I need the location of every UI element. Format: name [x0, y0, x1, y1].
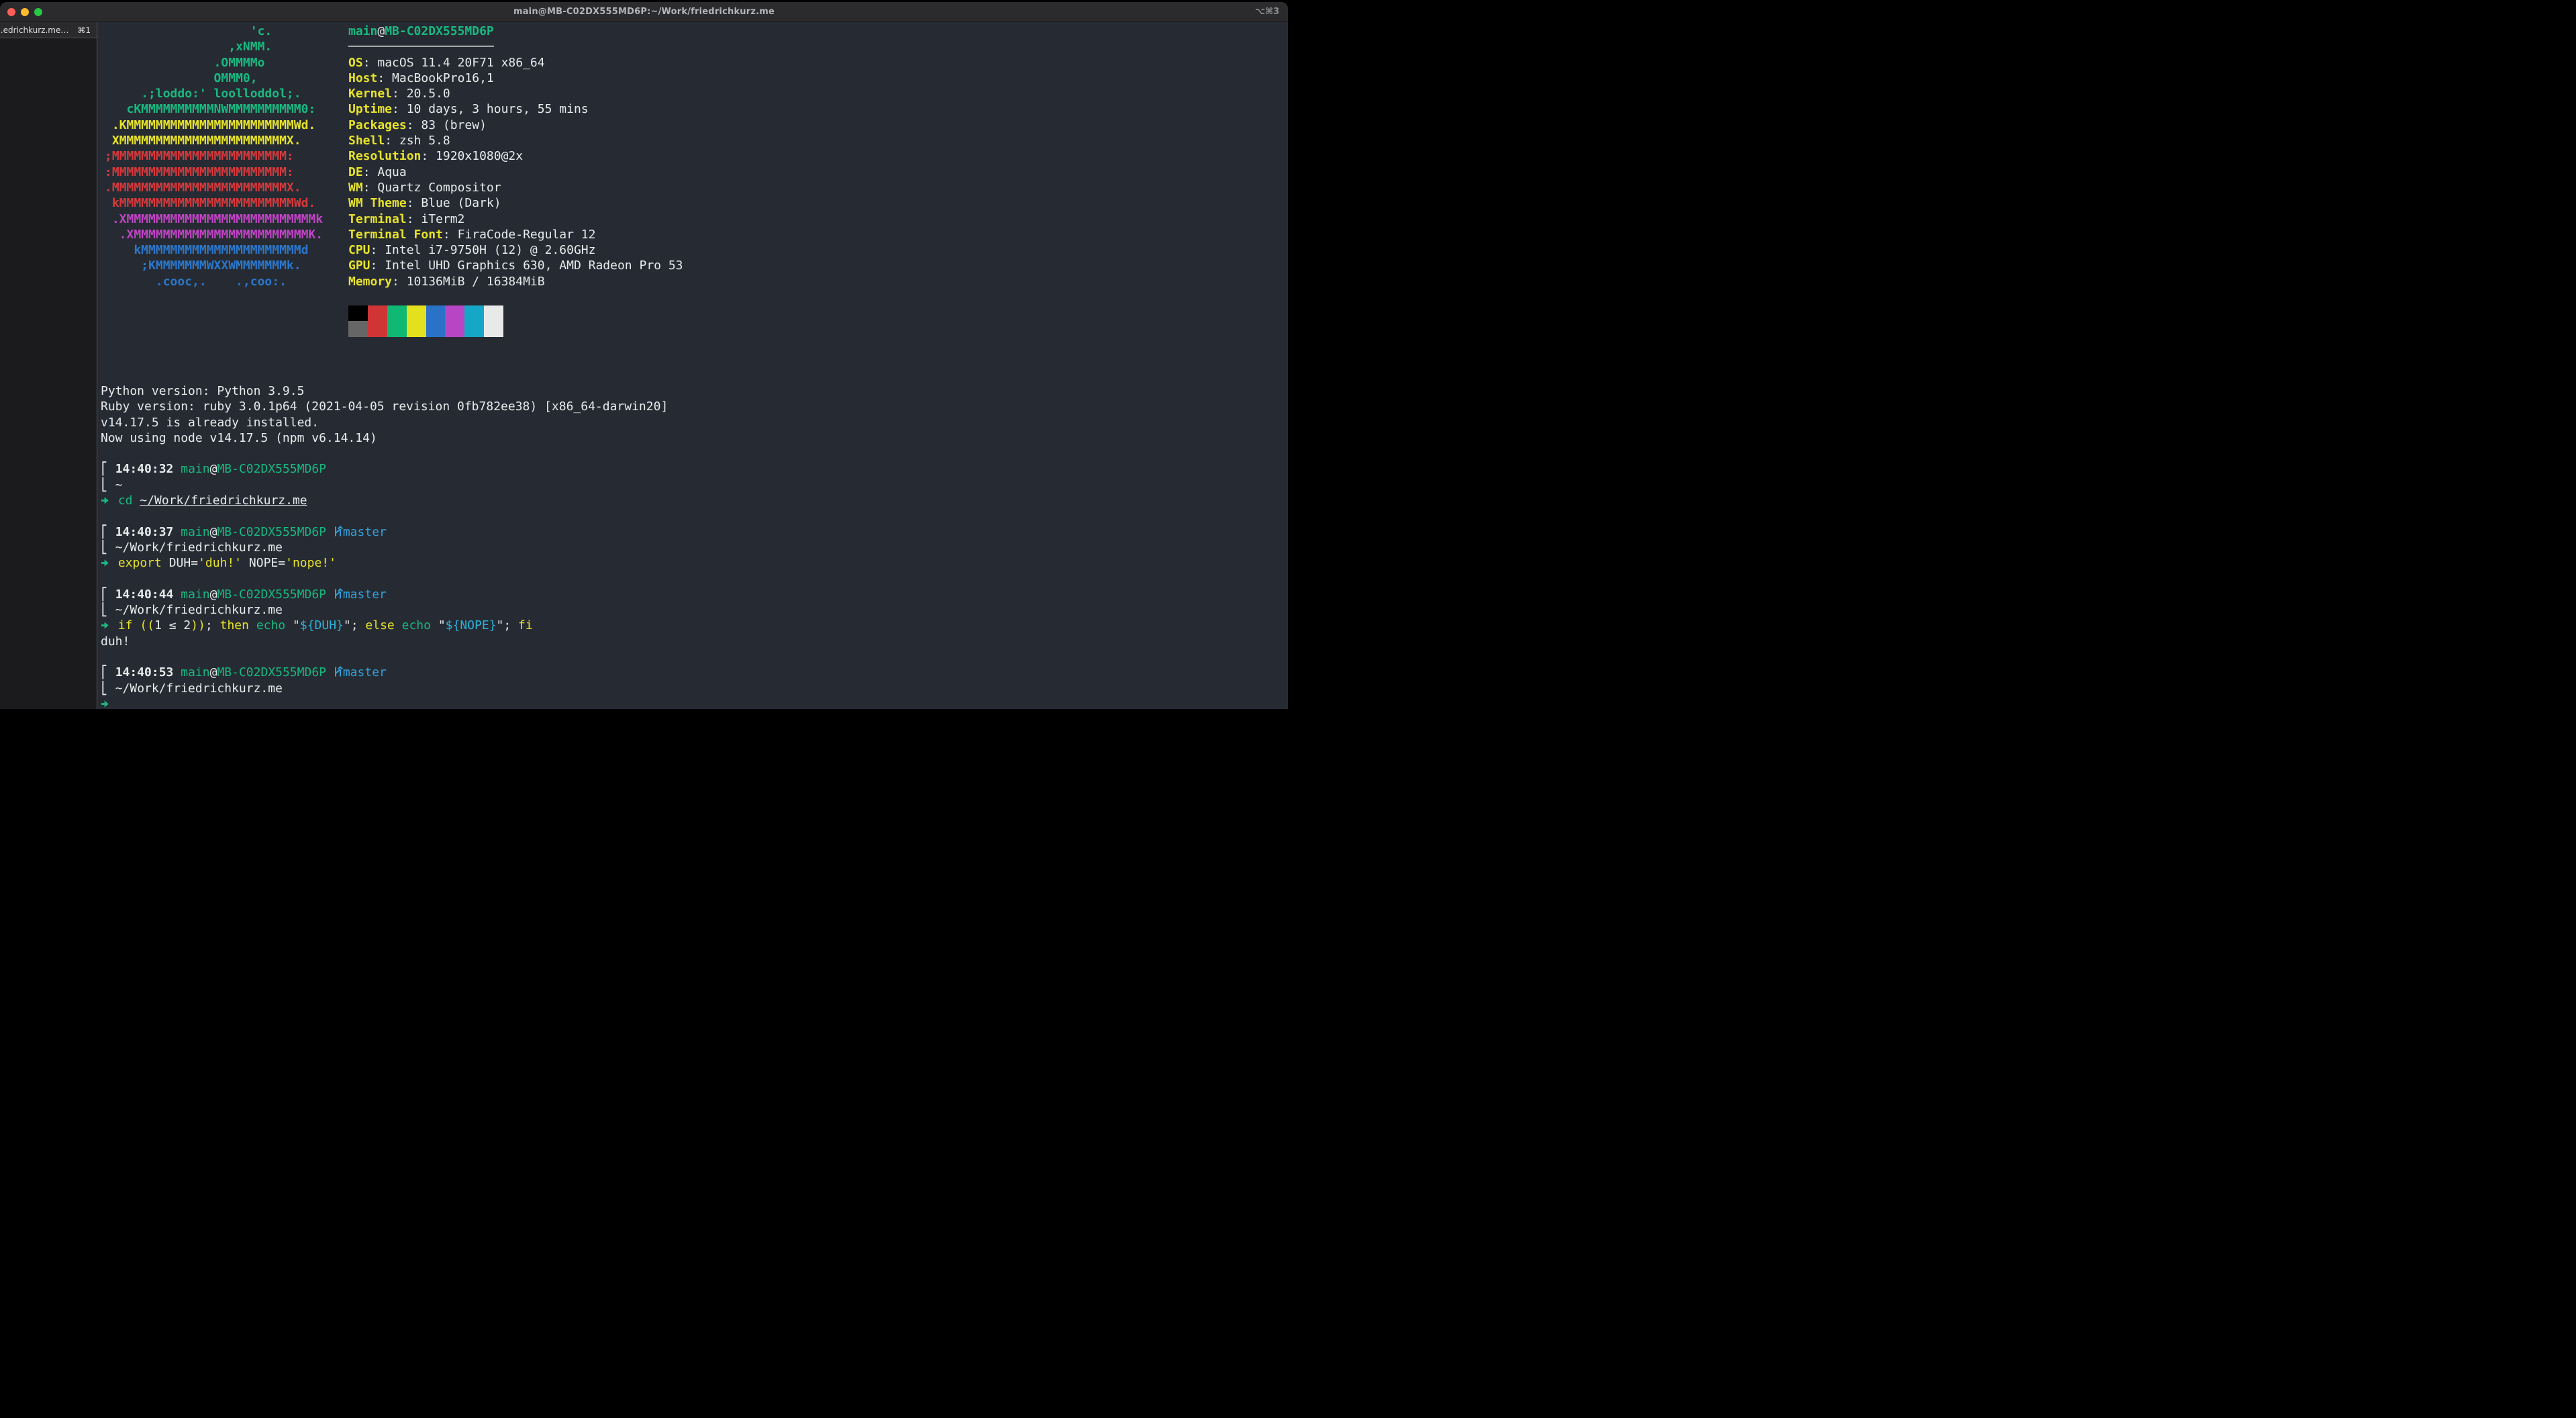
traffic-lights	[7, 2, 42, 21]
palette-swatch	[368, 305, 387, 321]
git-branch-icon	[334, 666, 343, 677]
terminal-line: OMMM0,	[105, 70, 323, 86]
terminal-line: XMMMMMMMMMMMMMMMMMMMMMMMX.	[105, 133, 323, 148]
terminal-line: v14.17.5 is already installed.	[101, 415, 668, 430]
terminal-line: Shell: zsh 5.8	[348, 133, 683, 148]
terminal-line: kMMMMMMMMMMMMMMMMMMMMMMd	[105, 242, 323, 258]
minimize-button[interactable]	[21, 8, 29, 16]
palette-swatch	[445, 305, 464, 321]
terminal-line: ────────────────────	[348, 39, 683, 54]
terminal-line: Memory: 10136MiB / 16384MiB	[348, 274, 683, 289]
title-bar[interactable]: main@MB-C02DX555MD6P:~/Work/friedrichkur…	[0, 2, 1288, 22]
terminal-line: ,xNMM.	[105, 39, 323, 54]
terminal-line: GPU: Intel UHD Graphics 630, AMD Radeon …	[348, 258, 683, 273]
terminal-line	[101, 649, 668, 665]
terminal-line: ⎡ 14:40:44 main@MB-C02DX555MD6P master	[101, 587, 668, 602]
terminal-window: main@MB-C02DX555MD6P:~/Work/friedrichkur…	[0, 2, 1288, 709]
terminal-line: Terminal: iTerm2	[348, 211, 683, 227]
terminal-line: .KMMMMMMMMMMMMMMMMMMMMMMMWd.	[105, 117, 323, 133]
session-tab-shortcut: ⌘1	[77, 26, 91, 35]
terminal-line: Host: MacBookPro16,1	[348, 70, 683, 86]
neofetch-info: main@MB-C02DX555MD6P────────────────────…	[348, 23, 683, 289]
terminal-line: OS: macOS 11.4 20F71 x86_64	[348, 55, 683, 70]
palette-swatch	[348, 321, 368, 336]
prompt-arrow-icon	[101, 495, 111, 506]
palette-swatch	[348, 305, 368, 321]
terminal-line: Uptime: 10 days, 3 hours, 55 mins	[348, 101, 683, 117]
terminal-line: duh!	[101, 634, 668, 649]
terminal-line	[101, 508, 668, 524]
session-tab-label: ..edrichkurz.me…	[0, 26, 68, 35]
terminal-line: cKMMMMMMMMMMNWMMMMMMMMMM0:	[105, 101, 323, 117]
session-tab[interactable]: ..edrichkurz.me… ⌘1	[0, 22, 97, 38]
terminal-line: main@MB-C02DX555MD6P	[348, 23, 683, 39]
terminal-line: ⎡ 14:40:37 main@MB-C02DX555MD6P master	[101, 524, 668, 540]
neofetch-ascii-art: 'c. ,xNMM. .OMMMMo OMMM0, .;loddo:' lool…	[105, 23, 323, 289]
session-sidebar: ..edrichkurz.me… ⌘1	[0, 22, 97, 709]
palette-swatch	[464, 305, 484, 321]
terminal-line: ⎣ ~	[101, 477, 668, 493]
prompt-arrow-icon	[101, 558, 111, 568]
terminal-line	[101, 446, 668, 461]
git-branch-icon	[334, 526, 343, 537]
terminal-line: .MMMMMMMMMMMMMMMMMMMMMMMMX.	[105, 180, 323, 195]
palette-swatch	[484, 321, 503, 336]
palette-swatch	[387, 305, 407, 321]
terminal-line: ⎡ 14:40:32 main@MB-C02DX555MD6P	[101, 461, 668, 477]
terminal-line: Resolution: 1920x1080@2x	[348, 148, 683, 164]
git-branch-icon	[334, 588, 343, 600]
terminal-line	[101, 696, 668, 709]
terminal-line: .XMMMMMMMMMMMMMMMMMMMMMMMMMMk	[105, 211, 323, 227]
window-title: main@MB-C02DX555MD6P:~/Work/friedrichkur…	[0, 7, 1288, 17]
terminal-line	[101, 571, 668, 587]
prompt-arrow-icon	[101, 699, 111, 709]
palette-swatch	[387, 321, 407, 336]
terminal-line: ;KMMMMMMMWXXWMMMMMMMk.	[105, 258, 323, 273]
terminal-line: .;loddo:' loolloddol;.	[105, 86, 323, 101]
window-shortcut-badge: ⌥⌘3	[1255, 2, 1279, 21]
terminal-line: Python version: Python 3.9.5	[101, 383, 668, 399]
terminal-line: cd ~/Work/friedrichkurz.me	[101, 493, 668, 508]
palette-swatch	[407, 321, 426, 336]
prompt-arrow-icon	[101, 620, 111, 630]
terminal-line: Kernel: 20.5.0	[348, 86, 683, 101]
terminal-line: .OMMMMo	[105, 55, 323, 70]
terminal-line: .cooc,. .,coo:.	[105, 274, 323, 289]
terminal-line: Now using node v14.17.5 (npm v6.14.14)	[101, 430, 668, 446]
color-palette	[348, 305, 503, 337]
terminal-line: export DUH='duh!' NOPE='nope!'	[101, 555, 668, 571]
terminal-line: WM: Quartz Compositor	[348, 180, 683, 195]
terminal-line: CPU: Intel i7-9750H (12) @ 2.60GHz	[348, 242, 683, 258]
palette-swatch	[484, 305, 503, 321]
zoom-button[interactable]	[34, 8, 42, 16]
terminal-line: DE: Aqua	[348, 164, 683, 180]
terminal-line: 'c.	[105, 23, 323, 39]
palette-swatch	[407, 305, 426, 321]
palette-swatch	[426, 321, 446, 336]
terminal-line: ;MMMMMMMMMMMMMMMMMMMMMMMM:	[105, 148, 323, 164]
palette-row	[348, 305, 503, 321]
palette-swatch	[368, 321, 387, 336]
terminal-line: ⎣ ~/Work/friedrichkurz.me	[101, 540, 668, 555]
terminal-line: Packages: 83 (brew)	[348, 117, 683, 133]
palette-swatch	[426, 305, 446, 321]
close-button[interactable]	[7, 8, 15, 16]
terminal-scrollback: Python version: Python 3.9.5Ruby version…	[101, 383, 668, 709]
terminal-line: ⎣ ~/Work/friedrichkurz.me	[101, 602, 668, 618]
palette-swatch	[464, 321, 484, 336]
terminal[interactable]: 'c. ,xNMM. .OMMMMo OMMM0, .;loddo:' lool…	[98, 22, 1288, 709]
terminal-line: if ((1 ≤ 2)); then echo "${DUH}"; else e…	[101, 618, 668, 633]
terminal-line: Terminal Font: FiraCode-Regular 12	[348, 227, 683, 242]
palette-row	[348, 321, 503, 336]
terminal-line: :MMMMMMMMMMMMMMMMMMMMMMMM:	[105, 164, 323, 180]
palette-swatch	[445, 321, 464, 336]
terminal-line: ⎡ 14:40:53 main@MB-C02DX555MD6P master	[101, 665, 668, 680]
terminal-line: WM Theme: Blue (Dark)	[348, 195, 683, 211]
terminal-line: .XMMMMMMMMMMMMMMMMMMMMMMMMK.	[105, 227, 323, 242]
terminal-line: ⎣ ~/Work/friedrichkurz.me	[101, 681, 668, 696]
terminal-line: kMMMMMMMMMMMMMMMMMMMMMMMMWd.	[105, 195, 323, 211]
terminal-line: Ruby version: ruby 3.0.1p64 (2021-04-05 …	[101, 399, 668, 414]
